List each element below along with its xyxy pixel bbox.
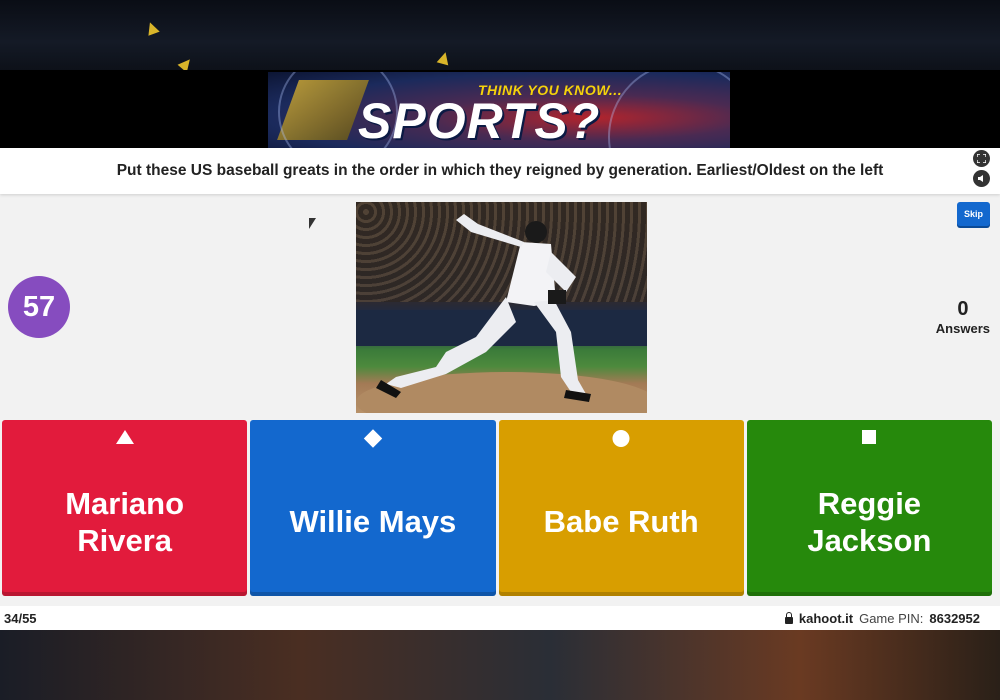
answers-count-value: 0 (957, 298, 969, 320)
answer-tiles: Mariano Rivera Willie Mays Babe Ruth Reg… (2, 420, 992, 596)
answers-counter: 0 Answers (936, 298, 990, 336)
question-text: Put these US baseball greats in the orde… (116, 162, 884, 179)
status-footer: 34/55 kahoot.it Game PIN: 8632952 (0, 606, 1000, 630)
sports-banner: THINK YOU KNOW... SPORTS? (268, 72, 730, 148)
game-pin-value: 8632952 (929, 610, 980, 626)
answer-tile-4[interactable]: Reggie Jackson (746, 420, 992, 596)
fullscreen-icon[interactable] (973, 150, 990, 167)
diamond-icon (363, 429, 383, 448)
countdown-timer: 57 (8, 276, 70, 338)
answer-tile-3[interactable]: Babe Ruth (498, 420, 744, 596)
answer-tile-2[interactable]: Willie Mays (250, 420, 496, 596)
mouse-cursor-icon (309, 218, 316, 229)
game-pin-label: Game PIN: (859, 610, 924, 626)
game-pin-info: kahoot.it Game PIN: 8632952 (784, 610, 996, 626)
lock-icon (784, 611, 793, 624)
triangle-icon (115, 430, 134, 444)
answer-tile-1[interactable]: Mariano Rivera (2, 420, 248, 596)
banner-headline: SPORTS? (358, 93, 601, 148)
answers-count-label: Answers (935, 321, 990, 336)
game-panel: Put these US baseball greats in the orde… (0, 148, 1000, 630)
background-bottom (0, 630, 1000, 700)
circle-icon (612, 430, 630, 447)
baseball-pitcher-photo (356, 202, 647, 413)
square-icon (862, 430, 877, 444)
sound-icon[interactable] (973, 170, 990, 187)
question-progress: 34/55 (4, 610, 37, 626)
site-name: kahoot.it (798, 610, 854, 626)
answer-label-3: Babe Ruth (543, 504, 699, 540)
pitcher-figure (356, 214, 647, 413)
skip-button[interactable]: Skip (957, 202, 990, 226)
answer-label-1: Mariano Rivera (65, 485, 185, 558)
answer-label-2: Willie Mays (289, 504, 457, 540)
question-bar: Put these US baseball greats in the orde… (0, 148, 1000, 194)
answer-label-4: Reggie Jackson (807, 485, 932, 558)
